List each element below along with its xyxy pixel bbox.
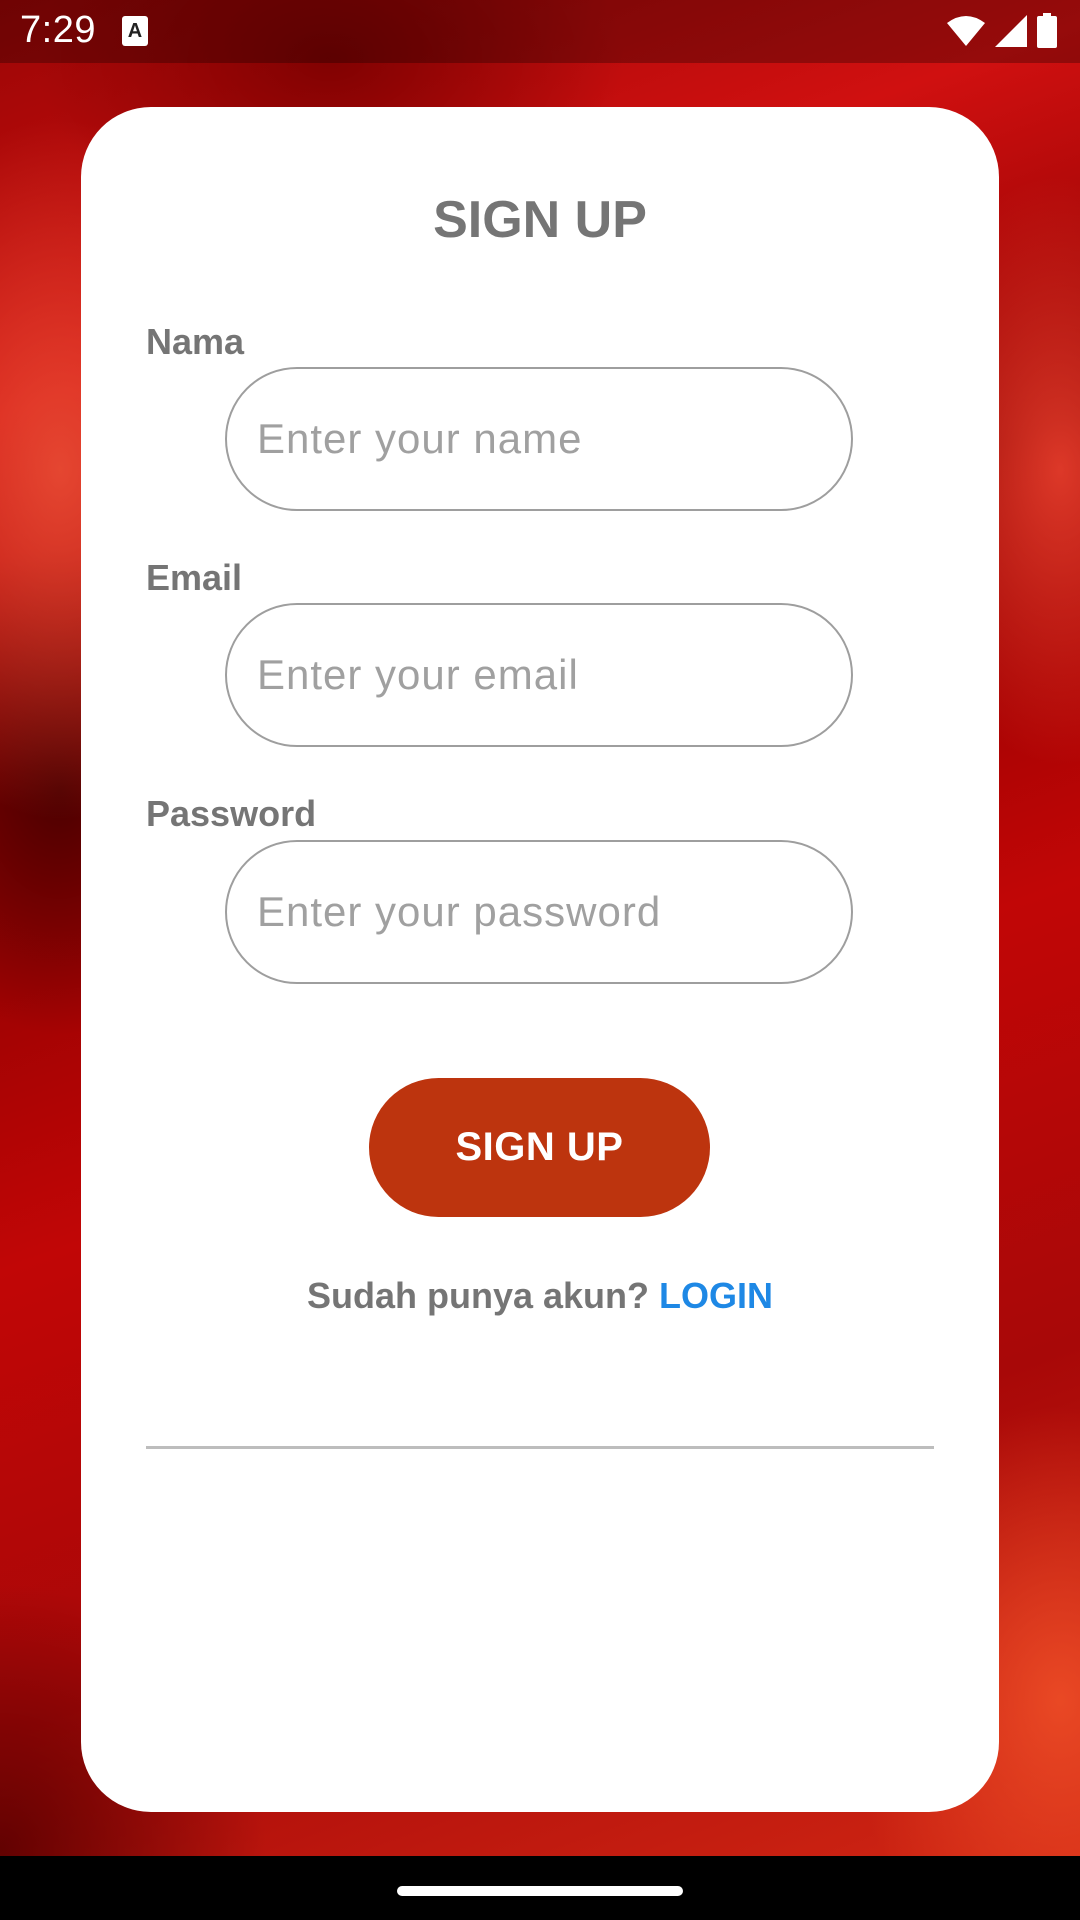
status-bar: 7:29 A — [0, 0, 1080, 63]
status-icons — [946, 13, 1058, 49]
status-time: 7:29 — [20, 9, 96, 51]
password-label: Password — [146, 793, 317, 834]
login-link[interactable]: LOGIN — [659, 1275, 773, 1316]
password-input[interactable] — [225, 840, 853, 984]
signup-button[interactable]: SIGN UP — [369, 1078, 710, 1217]
signup-title: SIGN UP — [433, 191, 647, 249]
navigation-bar — [0, 1856, 1080, 1920]
battery-icon — [1037, 13, 1057, 48]
signal-icon — [995, 15, 1027, 47]
divider — [146, 1446, 934, 1449]
email-input[interactable] — [225, 603, 853, 747]
login-prompt: Sudah punya akun? LOGIN — [0, 1275, 1080, 1317]
email-label: Email — [146, 557, 243, 598]
wifi-icon — [947, 16, 985, 46]
name-label: Nama — [146, 321, 245, 362]
name-input[interactable] — [225, 367, 853, 511]
text-notification-icon: A — [122, 16, 148, 46]
home-handle[interactable] — [397, 1886, 683, 1896]
login-prompt-text: Sudah punya akun? — [306, 1275, 650, 1316]
